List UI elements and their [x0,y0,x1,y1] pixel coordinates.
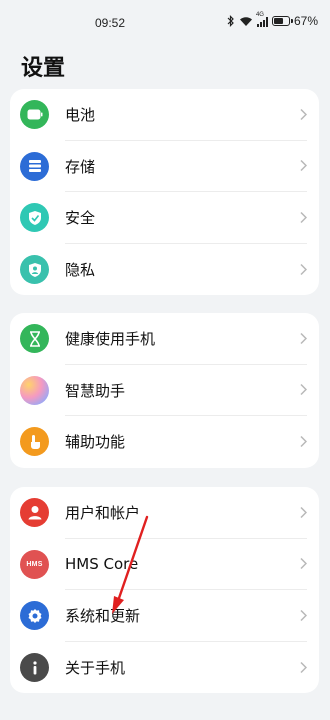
settings-item-label: 用户和帐户 [65,504,141,523]
chevron-right-icon [300,658,308,677]
chevron-right-icon [300,606,308,625]
settings-item-smart-assistant[interactable]: 智慧助手 [10,365,319,417]
settings-item-label: 系统和更新 [65,607,141,626]
page-title: 设置 [21,56,66,81]
hand-accessibility-icon [20,427,49,457]
settings-item-digital-balance[interactable]: 健康使用手机 [10,313,319,365]
gear-icon [20,601,49,631]
signal-icon: 4G [256,12,268,27]
settings-group-1: 电池 存储 安全 隐私 [10,89,319,296]
chevron-right-icon [300,555,308,574]
settings-item-battery[interactable]: 电池 [10,89,319,141]
settings-item-storage[interactable]: 存储 [10,141,319,193]
settings-group-3: 用户和帐户 HMS HMS Core 系统和更新 关于手机 [10,487,319,694]
info-icon [20,653,49,683]
chevron-right-icon [300,105,308,124]
battery-status-icon [271,16,293,26]
user-icon [20,498,49,528]
settings-item-label: 电池 [65,106,96,125]
settings-item-users-accounts[interactable]: 用户和帐户 [10,487,319,539]
hms-core-icon: HMS [20,549,49,579]
storage-icon [20,151,49,181]
settings-item-label: 辅助功能 [65,433,126,452]
status-icons: 4G 67% [227,12,318,28]
status-time: 09:52 [94,16,126,30]
chevron-right-icon [300,503,308,522]
settings-item-hms-core[interactable]: HMS HMS Core [10,539,319,591]
settings-item-label: 隐私 [65,261,96,280]
battery-fill [273,18,283,24]
chevron-right-icon [300,329,308,348]
settings-item-label: 健康使用手机 [65,330,156,349]
battery-icon [20,100,49,130]
chevron-right-icon [300,432,308,451]
settings-item-accessibility[interactable]: 辅助功能 [10,416,319,468]
settings-group-2: 健康使用手机 智慧助手 辅助功能 [10,313,319,468]
settings-item-system-updates[interactable]: 系统和更新 [10,590,319,642]
status-bar: 09:52 4G 67% [0,0,330,44]
settings-item-label: 关于手机 [65,659,126,678]
privacy-icon [20,255,49,285]
settings-item-privacy[interactable]: 隐私 [10,244,319,296]
settings-item-security[interactable]: 安全 [10,192,319,244]
security-shield-icon [20,203,49,233]
hourglass-icon [20,324,49,354]
chevron-right-icon [300,157,308,176]
settings-item-label: 智慧助手 [65,381,126,400]
chevron-right-icon [300,381,308,400]
wifi-icon [239,16,253,27]
settings-item-about-phone[interactable]: 关于手机 [10,642,319,694]
chevron-right-icon [300,260,308,279]
chevron-right-icon [300,208,308,227]
network-type-label: 4G [255,11,264,18]
battery-percent: 67% [293,14,318,28]
bluetooth-icon [227,15,235,27]
settings-item-label: 存储 [65,157,96,176]
settings-item-label: HMS Core [65,555,139,574]
settings-item-label: 安全 [65,209,96,228]
smart-assistant-icon [20,375,49,405]
